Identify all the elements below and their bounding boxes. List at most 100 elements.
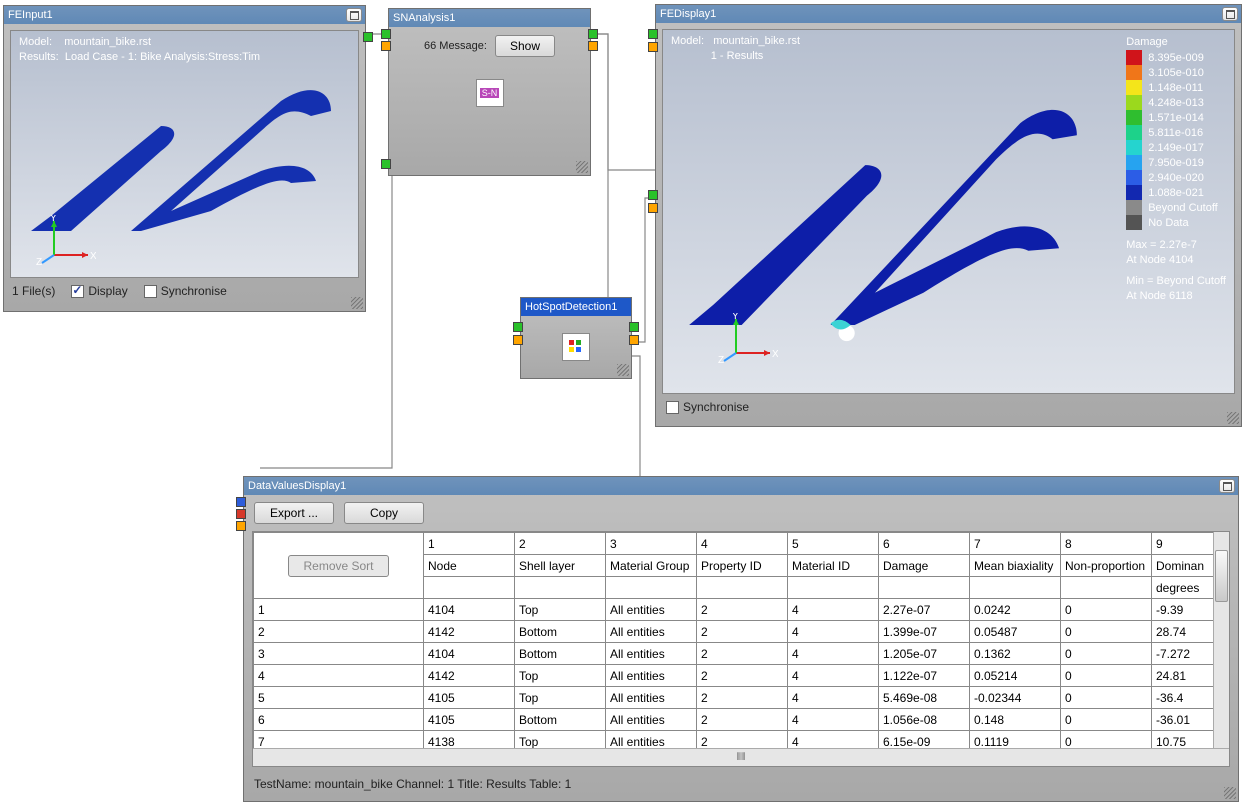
legend-row: 3.105e-010 — [1126, 65, 1226, 80]
copy-button[interactable]: Copy — [344, 502, 424, 524]
table-row[interactable]: 14104TopAll entities242.27e-070.02420-9.… — [254, 599, 1214, 621]
table-row[interactable]: 24142BottomAll entities241.399e-070.0548… — [254, 621, 1214, 643]
column-header[interactable]: Material Group — [606, 555, 697, 577]
column-unit — [1061, 577, 1152, 599]
table-row[interactable]: 34104BottomAll entities241.205e-070.1362… — [254, 643, 1214, 665]
port-out[interactable] — [363, 32, 373, 42]
port-out[interactable] — [588, 41, 598, 51]
port-in[interactable] — [236, 497, 246, 507]
min-value: Min = Beyond Cutoff — [1126, 274, 1226, 289]
remove-sort-button[interactable]: Remove Sort — [288, 555, 388, 577]
axes-icon: X Y Z — [36, 215, 96, 265]
feinput-viewport[interactable]: Model: mountain_bike.rst Results: Load C… — [10, 30, 359, 278]
message-row: 66 Message: Show — [424, 35, 555, 57]
column-number[interactable]: 1 — [424, 533, 515, 555]
export-button[interactable]: Export ... — [254, 502, 334, 524]
hotspot-icon[interactable] — [562, 333, 590, 361]
horizontal-scrollbar[interactable]: ⦀⦀ — [253, 748, 1229, 766]
column-unit: degrees — [1152, 577, 1214, 599]
snanalysis-titlebar[interactable]: SNAnalysis1 — [389, 9, 590, 27]
column-number[interactable]: 7 — [970, 533, 1061, 555]
column-number[interactable]: 6 — [879, 533, 970, 555]
legend-row: 2.940e-020 — [1126, 170, 1226, 185]
data-grid[interactable]: Remove Sort123456789NodeShell layerMater… — [252, 531, 1230, 767]
file-count: 1 File(s) — [12, 284, 55, 298]
column-header[interactable]: Material ID — [788, 555, 879, 577]
column-header[interactable]: Shell layer — [515, 555, 606, 577]
display-checkbox[interactable]: Display — [71, 284, 127, 298]
synchronise-checkbox[interactable]: Synchronise — [144, 284, 227, 298]
port-out[interactable] — [629, 335, 639, 345]
colorscale-legend: Damage 8.395e-0093.105e-0101.148e-0114.2… — [1126, 36, 1226, 303]
snanalysis-panel[interactable]: SNAnalysis1 66 Message: Show S-N — [388, 8, 591, 176]
port-in[interactable] — [236, 521, 246, 531]
column-header[interactable]: Non-proportion — [1061, 555, 1152, 577]
column-header[interactable]: Dominan — [1152, 555, 1214, 577]
port-out[interactable] — [588, 29, 598, 39]
min-node: At Node 6118 — [1126, 289, 1226, 304]
resize-grip[interactable] — [1224, 787, 1236, 799]
port-in[interactable] — [381, 41, 391, 51]
hotspot-titlebar[interactable]: HotSpotDetection1 — [521, 298, 631, 316]
sn-icon[interactable]: S-N — [476, 79, 504, 107]
column-number[interactable]: 8 — [1061, 533, 1152, 555]
resize-grip[interactable] — [1227, 412, 1239, 424]
maximize-icon[interactable] — [346, 8, 362, 22]
port-in[interactable] — [513, 335, 523, 345]
table-row[interactable]: 74138TopAll entities246.15e-090.1119010.… — [254, 731, 1214, 749]
column-unit — [424, 577, 515, 599]
toolbar: Export ... Copy — [244, 495, 1238, 531]
column-number[interactable]: 4 — [697, 533, 788, 555]
status-line: TestName: mountain_bike Channel: 1 Title… — [244, 773, 1238, 795]
resize-grip[interactable] — [576, 161, 588, 173]
table-row[interactable]: 44142TopAll entities241.122e-070.0521402… — [254, 665, 1214, 687]
column-header[interactable]: Node — [424, 555, 515, 577]
label: Results: — [19, 51, 59, 63]
port-in[interactable] — [648, 42, 658, 52]
resize-grip[interactable] — [351, 297, 363, 309]
legend-row: 1.571e-014 — [1126, 110, 1226, 125]
column-number[interactable]: 2 — [515, 533, 606, 555]
maximize-icon[interactable] — [1219, 479, 1235, 493]
port-in[interactable] — [648, 190, 658, 200]
port-in[interactable] — [648, 203, 658, 213]
column-unit — [515, 577, 606, 599]
column-number[interactable]: 3 — [606, 533, 697, 555]
legend-row: Beyond Cutoff — [1126, 200, 1226, 215]
column-unit — [970, 577, 1061, 599]
legend-row: 1.088e-021 — [1126, 185, 1226, 200]
column-header[interactable]: Property ID — [697, 555, 788, 577]
value: Load Case - 1: Bike Analysis:Stress:Tim — [65, 51, 260, 63]
port-in[interactable] — [236, 509, 246, 519]
column-unit — [788, 577, 879, 599]
table-row[interactable]: 64105BottomAll entities241.056e-080.1480… — [254, 709, 1214, 731]
port-in[interactable] — [381, 159, 391, 169]
show-button[interactable]: Show — [495, 35, 555, 57]
column-number[interactable]: 5 — [788, 533, 879, 555]
fedisplay-viewport[interactable]: Model: mountain_bike.rst 1 - Results X Y… — [662, 29, 1235, 394]
hotspot-panel[interactable]: HotSpotDetection1 — [520, 297, 632, 379]
port-in[interactable] — [381, 29, 391, 39]
legend-row: 4.248e-013 — [1126, 95, 1226, 110]
column-header[interactable]: Mean biaxiality — [970, 555, 1061, 577]
svg-text:Y: Y — [732, 313, 739, 322]
feinput-titlebar[interactable]: FEInput1 — [4, 6, 365, 24]
column-header[interactable]: Damage — [879, 555, 970, 577]
max-value: Max = 2.27e-7 — [1126, 238, 1226, 253]
table-row[interactable]: 54105TopAll entities245.469e-08-0.023440… — [254, 687, 1214, 709]
resize-grip[interactable] — [617, 364, 629, 376]
feinput-panel[interactable]: FEInput1 Model: mountain_bike.rst Result… — [3, 5, 366, 312]
max-node: At Node 4104 — [1126, 253, 1226, 268]
vertical-scrollbar[interactable] — [1213, 532, 1229, 748]
maximize-icon[interactable] — [1222, 7, 1238, 21]
fedisplay-titlebar[interactable]: FEDisplay1 — [656, 5, 1241, 23]
column-number[interactable]: 9 — [1152, 533, 1214, 555]
data-values-panel[interactable]: DataValuesDisplay1 Export ... Copy Remov… — [243, 476, 1239, 802]
synchronise-checkbox[interactable]: Synchronise — [666, 400, 749, 414]
port-in[interactable] — [648, 29, 658, 39]
fedisplay-panel[interactable]: FEDisplay1 Model: mountain_bike.rst 1 - … — [655, 4, 1242, 427]
port-in[interactable] — [513, 322, 523, 332]
feinput-info: Model: mountain_bike.rst Results: Load C… — [19, 35, 260, 66]
datapanel-titlebar[interactable]: DataValuesDisplay1 — [244, 477, 1238, 495]
port-out[interactable] — [629, 322, 639, 332]
